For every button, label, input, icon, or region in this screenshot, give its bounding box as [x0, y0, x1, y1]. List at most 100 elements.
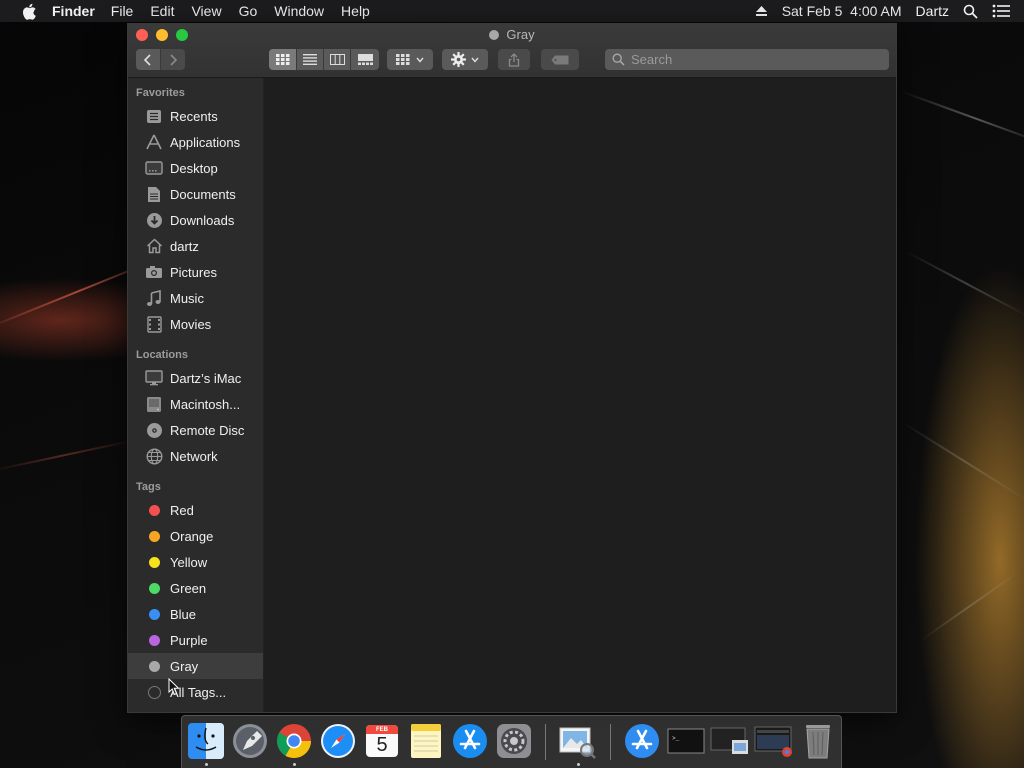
documents-icon	[145, 185, 163, 203]
menu-view[interactable]: View	[191, 3, 221, 19]
sidebar-item-downloads[interactable]: Downloads	[128, 207, 263, 233]
sidebar-item-label: Gray	[170, 658, 199, 674]
sidebar-item-music[interactable]: Music	[128, 285, 263, 311]
group-by-button[interactable]	[387, 49, 433, 70]
edit-tags-button[interactable]	[541, 49, 579, 70]
sidebar-item-movies[interactable]: Movies	[128, 311, 263, 337]
sidebar-tag-blue[interactable]: Blue	[128, 601, 263, 627]
sidebar-tag-yellow[interactable]: Yellow	[128, 549, 263, 575]
downloads-stack-icon[interactable]	[622, 721, 662, 761]
sidebar-all-tags[interactable]: All Tags...	[128, 679, 263, 705]
downloads-icon	[145, 211, 163, 229]
favorites-header: Favorites	[136, 87, 185, 99]
chrome-window-icon[interactable]	[754, 721, 794, 761]
chrome-icon[interactable]	[274, 721, 314, 761]
sidebar: Favorites Recents Applications Desktop D…	[128, 78, 264, 712]
sidebar-item-label: Green	[170, 580, 207, 596]
user-menu[interactable]: Dartz	[916, 3, 949, 19]
menu-help[interactable]: Help	[341, 3, 370, 19]
preview-icon[interactable]	[557, 721, 597, 761]
sidebar-item-label: Blue	[170, 606, 197, 622]
icon-view-button[interactable]	[269, 49, 297, 70]
menu-file[interactable]: File	[111, 3, 134, 19]
menu-bar: Finder File Edit View Go Window Help Sat…	[0, 0, 1024, 22]
menu-edit[interactable]: Edit	[150, 3, 174, 19]
sidebar-tag-red[interactable]: Red	[128, 497, 263, 523]
recents-icon	[145, 107, 163, 125]
share-icon	[508, 52, 520, 67]
notification-center-icon[interactable]	[992, 4, 1010, 18]
search-input[interactable]	[629, 51, 883, 68]
share-button[interactable]	[498, 49, 530, 70]
locations-header: Locations	[136, 349, 188, 361]
trash-icon[interactable]	[798, 721, 838, 761]
notes-icon[interactable]	[406, 721, 446, 761]
spotlight-search-icon[interactable]	[963, 4, 978, 19]
system-preferences-icon[interactable]	[494, 721, 534, 761]
menu-go[interactable]: Go	[239, 3, 258, 19]
sidebar-item-label: Orange	[170, 528, 214, 544]
sidebar-item-remote-disc[interactable]: Remote Disc	[128, 417, 263, 443]
sidebar-item-recents[interactable]: Recents	[128, 103, 263, 129]
app-store-icon[interactable]	[450, 721, 490, 761]
green-tag-icon	[148, 582, 160, 594]
sidebar-tag-orange[interactable]: Orange	[128, 523, 263, 549]
sidebar-item-applications[interactable]: Applications	[128, 129, 263, 155]
applications-icon	[145, 133, 163, 151]
action-gear-button[interactable]	[442, 49, 488, 70]
menu-finder[interactable]: Finder	[52, 3, 95, 19]
sidebar-item-pictures[interactable]: Pictures	[128, 259, 263, 285]
finder-icon[interactable]	[186, 721, 226, 761]
sidebar-item-label: Pictures	[170, 264, 217, 280]
desktop-icon	[145, 159, 163, 177]
screenshot-window-icon[interactable]	[710, 721, 750, 761]
gray-tag-icon	[148, 660, 160, 672]
sidebar-item-label: Red	[170, 502, 194, 518]
sidebar-item-label: Purple	[170, 632, 208, 648]
sidebar-tag-purple[interactable]: Purple	[128, 627, 263, 653]
home-icon	[145, 237, 163, 255]
clock[interactable]: Sat Feb 5 4:00 AM	[782, 3, 902, 19]
file-browser-content[interactable]	[264, 78, 896, 712]
sidebar-item-network[interactable]: Network	[128, 443, 263, 469]
apple-menu-icon[interactable]	[20, 2, 38, 20]
search-icon	[612, 53, 625, 66]
window-toolbar: Gray	[128, 24, 896, 78]
sidebar-item-dartz[interactable]: dartz	[128, 233, 263, 259]
sidebar-item-label: Remote Disc	[170, 422, 245, 438]
sidebar-item-label: Macintosh...	[170, 396, 241, 412]
list-view-button[interactable]	[297, 49, 324, 70]
terminal-window-icon[interactable]: >_	[666, 721, 706, 761]
calendar-icon[interactable]: FEB 5	[362, 721, 402, 761]
finder-window: Gray Search Favorites Recents Applicatio…	[127, 23, 897, 713]
menu-window[interactable]: Window	[274, 3, 324, 19]
sidebar-tag-gray[interactable]: Gray	[128, 653, 263, 679]
safari-icon[interactable]	[318, 721, 358, 761]
sidebar-item-desktop[interactable]: Desktop	[128, 155, 263, 181]
all-tags-icon	[147, 685, 161, 699]
sidebar-item-label: Desktop	[170, 160, 218, 176]
launchpad-icon[interactable]	[230, 721, 270, 761]
gray-tag-icon	[489, 30, 500, 40]
forward-button[interactable]	[161, 49, 185, 70]
hard-drive-icon	[145, 395, 163, 413]
sidebar-item-imac[interactable]: Dartz’s iMac	[128, 365, 263, 391]
sidebar-tag-green[interactable]: Green	[128, 575, 263, 601]
gallery-view-button[interactable]	[351, 49, 379, 70]
window-title: Gray	[128, 27, 896, 42]
sidebar-item-label: Documents	[170, 186, 236, 202]
search-field[interactable]	[605, 49, 889, 70]
orange-tag-icon	[148, 530, 160, 542]
navigation-buttons	[136, 49, 185, 70]
column-view-button[interactable]	[324, 49, 351, 70]
red-tag-icon	[148, 504, 160, 516]
sidebar-item-label: Movies	[170, 316, 212, 332]
sidebar-item-label: dartz	[170, 238, 199, 254]
sidebar-item-label: Network	[170, 448, 218, 464]
eject-icon[interactable]	[755, 5, 768, 17]
sidebar-item-macintosh-hd[interactable]: Macintosh...	[128, 391, 263, 417]
movies-icon	[145, 315, 163, 333]
back-button[interactable]	[136, 49, 161, 70]
sidebar-item-documents[interactable]: Documents	[128, 181, 263, 207]
sidebar-item-label: Yellow	[170, 554, 208, 570]
